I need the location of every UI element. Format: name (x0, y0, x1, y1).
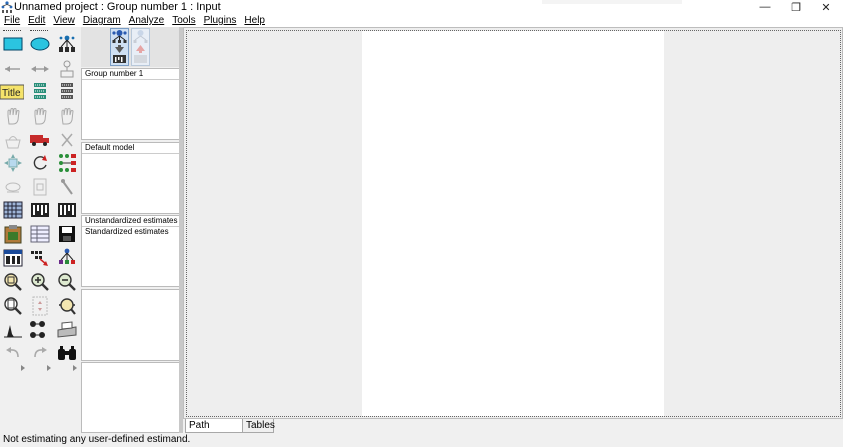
menu-tools[interactable]: Tools (168, 14, 199, 27)
left-panels: Group number 1 Default model Unstandardi… (81, 27, 182, 433)
draw-covariance-icon[interactable] (29, 59, 51, 79)
tab-tables[interactable]: Tables (242, 419, 275, 433)
zoom-in-icon[interactable] (29, 272, 51, 292)
print-icon[interactable] (56, 320, 78, 340)
deselect-all-hand-icon[interactable] (56, 106, 78, 126)
view-input-diagram-button[interactable] (110, 28, 129, 66)
models-panel: Default model (81, 142, 180, 214)
change-shape-icon[interactable] (2, 153, 24, 173)
undo-icon[interactable] (2, 343, 24, 363)
drawing-area[interactable] (183, 27, 843, 419)
scroll-icon[interactable] (29, 177, 51, 197)
amos-graphics-window: Unnamed project : Group number 1 : Input… (0, 0, 843, 447)
reflect-indicators-icon[interactable] (56, 153, 78, 173)
touch-up-icon[interactable] (56, 177, 78, 197)
draw-path-icon[interactable] (2, 59, 24, 79)
draw-ellipse-icon[interactable] (29, 34, 51, 54)
palette-grip (30, 30, 48, 31)
tab-path-diagram[interactable]: Path diagram (185, 419, 243, 444)
move-truck-icon[interactable] (29, 130, 51, 150)
view-mode-box (81, 27, 180, 67)
list-dataset-variables-icon[interactable] (56, 82, 78, 102)
menu-file[interactable]: File (0, 14, 24, 27)
multiple-group-icon[interactable] (29, 320, 51, 340)
title-tool-label: Title (2, 88, 21, 99)
status-bar: Not estimating any user-defined estimand… (0, 433, 843, 447)
rotate-indicators-icon[interactable] (29, 153, 51, 173)
list-model-variables-icon[interactable] (29, 82, 51, 102)
figure-caption-icon[interactable]: Title (0, 82, 24, 102)
view-tabs: Path diagram Tables (183, 419, 843, 444)
output-diagram-icon (133, 30, 148, 63)
group-item[interactable]: Group number 1 (82, 69, 179, 80)
draw-rectangle-icon[interactable] (2, 34, 24, 54)
groups-panel: Group number 1 (81, 68, 180, 140)
palette-scroll-left-icon[interactable] (12, 362, 34, 374)
estimates-panel: Unstandardized estimates Standardized es… (81, 215, 180, 287)
zoom-out-icon[interactable] (56, 272, 78, 292)
analysis-properties-icon[interactable] (29, 200, 51, 220)
unique-variable-icon[interactable] (56, 59, 78, 79)
save-disk-icon[interactable] (56, 224, 78, 244)
fit-to-page-icon[interactable] (29, 296, 51, 316)
select-all-hand-icon[interactable] (29, 106, 51, 126)
path-diagram-page[interactable] (362, 31, 664, 416)
window-title: Unnamed project : Group number 1 : Input (14, 1, 221, 13)
loupe-icon[interactable] (56, 296, 78, 316)
select-one-hand-icon[interactable] (2, 106, 24, 126)
menu-bar: File Edit View Diagram Analyze Tools Plu… (0, 14, 843, 27)
bayesian-estimation-icon[interactable] (2, 320, 24, 340)
preserve-symmetries-icon[interactable] (56, 248, 78, 268)
move-parameter-icon[interactable] (2, 177, 24, 197)
estimate-option-unstandardized[interactable]: Unstandardized estimates (82, 216, 179, 227)
files-panel (81, 289, 180, 361)
input-diagram-icon (112, 30, 127, 63)
drag-properties-icon[interactable] (29, 248, 51, 268)
close-button[interactable]: ✕ (809, 0, 843, 14)
copy-clipboard-icon[interactable] (2, 224, 24, 244)
duplicate-icon[interactable] (2, 130, 24, 150)
palette-grip (3, 30, 21, 31)
estimate-option-standardized[interactable]: Standardized estimates (82, 227, 179, 238)
model-item[interactable]: Default model (82, 143, 179, 154)
calculate-estimates-icon[interactable] (56, 200, 78, 220)
menu-analyze[interactable]: Analyze (125, 14, 169, 27)
specification-search-icon[interactable] (56, 343, 78, 363)
menu-plugins[interactable]: Plugins (200, 14, 241, 27)
menu-edit[interactable]: Edit (24, 14, 49, 27)
maximize-button[interactable]: ❐ (779, 0, 813, 14)
palette-scroll-mid-icon[interactable] (38, 362, 60, 374)
erase-icon[interactable] (56, 130, 78, 150)
menu-help[interactable]: Help (240, 14, 269, 27)
app-icon (1, 1, 13, 13)
menu-view[interactable]: View (49, 14, 79, 27)
zoom-area-icon[interactable] (2, 272, 24, 292)
title-bar: Unnamed project : Group number 1 : Input… (0, 0, 843, 14)
tool-palette: Title (0, 27, 81, 433)
minimize-button[interactable]: — (748, 0, 782, 14)
select-data-file-icon[interactable] (2, 200, 24, 220)
title-bar-blank (542, 0, 682, 4)
menu-diagram[interactable]: Diagram (79, 14, 125, 27)
redo-icon[interactable] (29, 343, 51, 363)
view-output-diagram-button[interactable] (131, 28, 150, 66)
view-text-icon[interactable] (29, 224, 51, 244)
view-page-icon[interactable] (2, 296, 24, 316)
object-properties-icon[interactable] (2, 248, 24, 268)
computation-summary-panel (81, 362, 180, 433)
draw-indicator-icon[interactable] (56, 34, 78, 54)
